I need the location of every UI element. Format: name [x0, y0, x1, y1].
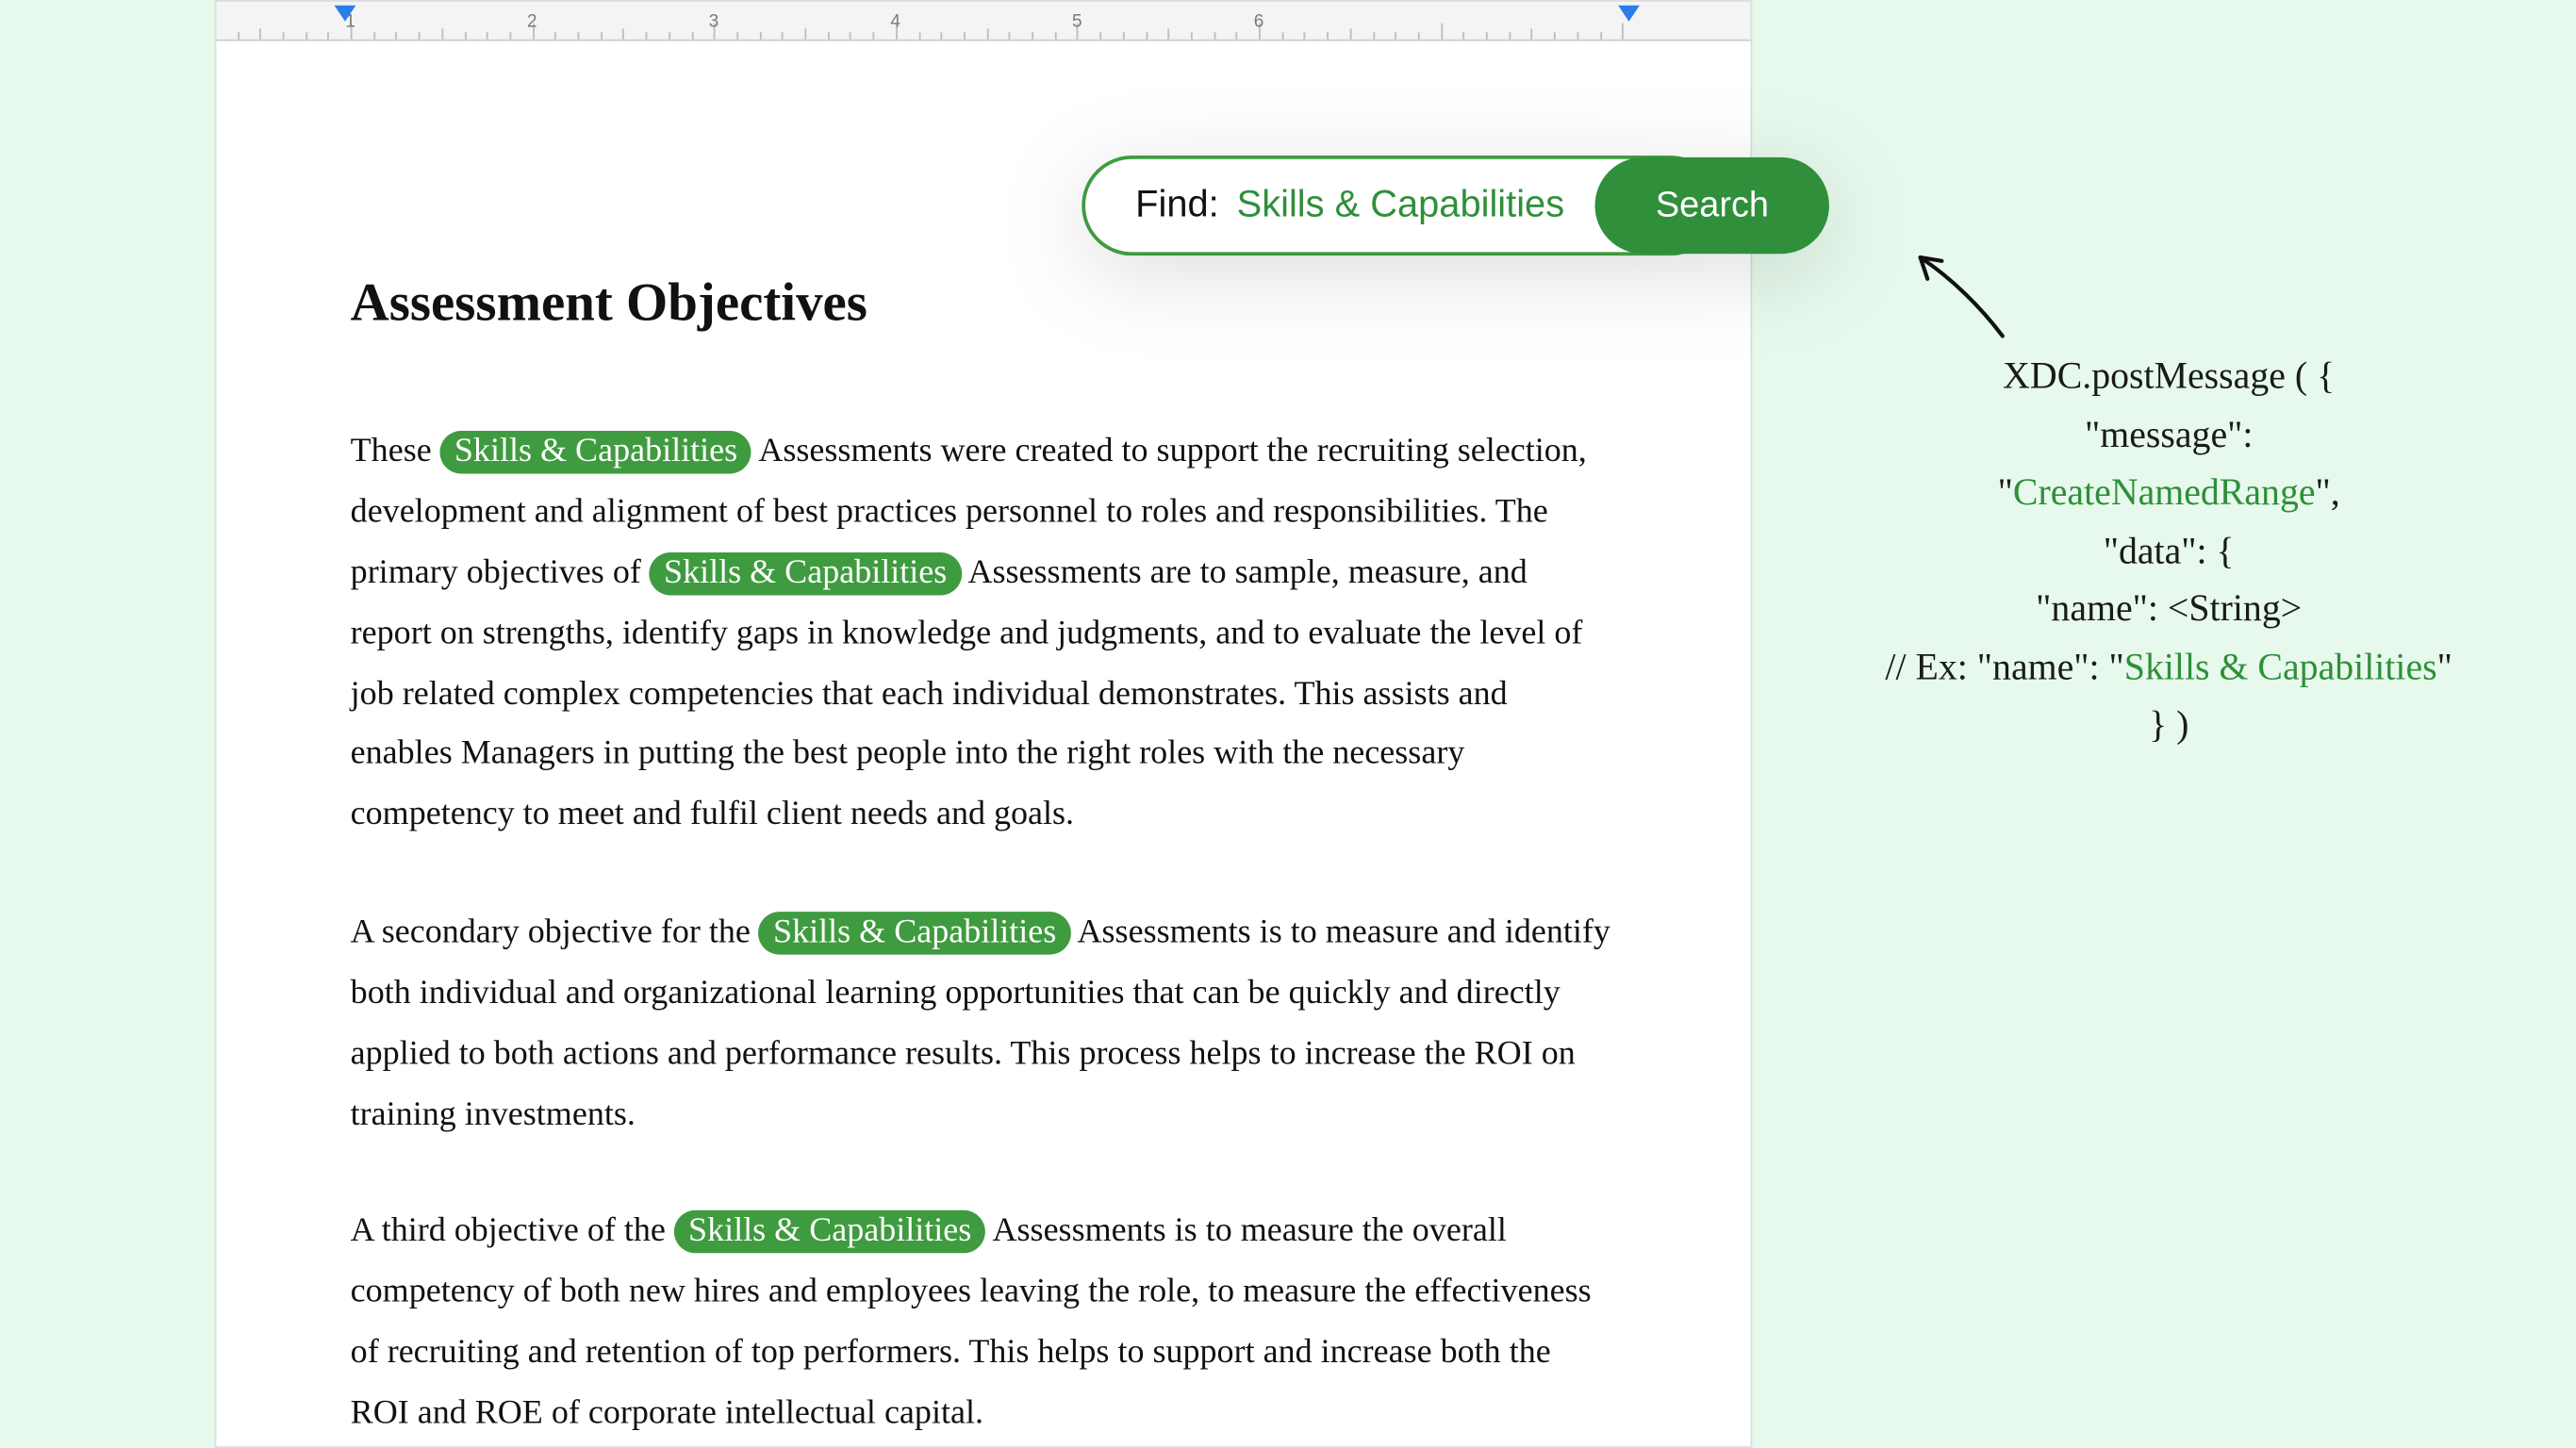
- highlight-term: Skills & Capabilities: [674, 1210, 986, 1254]
- text: A third objective of the: [351, 1212, 674, 1250]
- text: A secondary objective for the: [351, 913, 759, 951]
- find-label: Find:: [1135, 184, 1219, 227]
- code-line: XDC.postMessage ( {: [1874, 347, 2464, 405]
- ruler-label: 4: [890, 12, 900, 32]
- ruler-label: 5: [1072, 12, 1082, 32]
- ruler-label: 2: [527, 12, 537, 32]
- code-line: } ): [1874, 696, 2464, 754]
- annotation-arrow-icon: [1909, 247, 2017, 343]
- ruler-label: 6: [1254, 12, 1264, 32]
- code-line: "name": <String>: [1874, 580, 2464, 638]
- highlight-term: Skills & Capabilities: [440, 432, 752, 475]
- text: Assessments are to sample, measure, and …: [351, 554, 1583, 833]
- ruler-left-indent-marker[interactable]: [335, 6, 356, 22]
- paragraph-1: These Skills & Capabilities Assessments …: [351, 422, 1617, 846]
- code-line: // Ex: "name": "Skills & Capabilities": [1874, 637, 2464, 696]
- ruler: 123456: [216, 2, 1750, 41]
- find-bar: Find: Skills & Capabilities Search: [1082, 156, 1829, 255]
- highlight-term: Skills & Capabilities: [650, 552, 962, 596]
- code-annotation: XDC.postMessage ( { "message": "CreateNa…: [1874, 347, 2464, 754]
- ruler-label: 3: [709, 12, 719, 32]
- code-line: "message":: [1874, 405, 2464, 464]
- paragraph-2: A secondary objective for the Skills & C…: [351, 903, 1617, 1144]
- search-button[interactable]: Search: [1594, 157, 1829, 254]
- paragraph-3: A third objective of the Skills & Capabi…: [351, 1202, 1617, 1443]
- text: These: [351, 434, 440, 471]
- ruler-right-indent-marker[interactable]: [1618, 6, 1640, 22]
- page-title: Assessment Objectives: [351, 255, 1617, 351]
- highlight-term: Skills & Capabilities: [759, 912, 1071, 955]
- find-term: Skills & Capabilities: [1237, 184, 1564, 227]
- code-line: "CreateNamedRange",: [1874, 463, 2464, 521]
- code-line: "data": {: [1874, 521, 2464, 580]
